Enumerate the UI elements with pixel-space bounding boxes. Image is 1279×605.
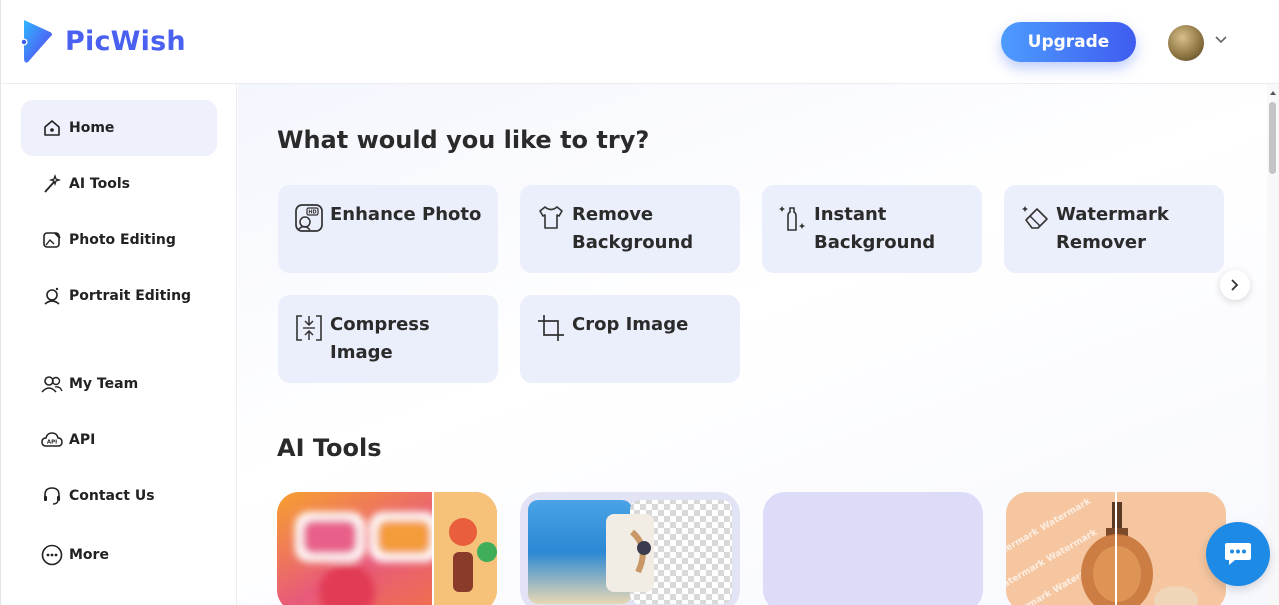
sidebar-item-more[interactable]: More: [21, 527, 217, 583]
tool-card-label: Enhance Photo: [330, 204, 482, 225]
avatar[interactable]: [1168, 25, 1204, 61]
sidebar-item-photo-editing[interactable]: Photo Editing: [21, 212, 217, 268]
tool-card-enhance-photo[interactable]: HD Enhance Photo: [278, 185, 498, 273]
more-icon: [41, 544, 63, 566]
magic-wand-icon: [41, 173, 63, 195]
try-heading: What would you like to try?: [277, 126, 650, 154]
chat-bubble-icon: [1225, 543, 1251, 565]
main-scrollbar[interactable]: [1267, 84, 1279, 605]
shirt-icon: [539, 206, 563, 229]
photo-edit-icon: [41, 229, 63, 251]
tool-card-instant-background[interactable]: Instant Background: [762, 185, 982, 273]
ai-tool-thumbnail-watermark[interactable]: Watermark Watermark Watermark Watermark …: [1006, 492, 1226, 605]
sidebar-item-label: More: [69, 547, 109, 563]
ai-tool-thumbnail-placeholder[interactable]: [763, 492, 983, 605]
svg-text:HD: HD: [308, 210, 316, 216]
bottle-sparkle-icon: [779, 206, 805, 231]
tool-card-label: Instant Background: [814, 204, 936, 253]
sidebar: Home AI Tools Photo Editing Portrait Edi…: [0, 84, 237, 605]
carousel-next-button[interactable]: [1220, 270, 1250, 300]
crop-icon: [538, 315, 564, 341]
svg-text:API: API: [47, 440, 57, 446]
sidebar-item-api[interactable]: API API: [21, 412, 217, 468]
sidebar-item-my-team[interactable]: My Team: [21, 356, 217, 412]
sidebar-item-label: AI Tools: [69, 176, 130, 192]
sidebar-item-ai-tools[interactable]: AI Tools: [21, 156, 217, 212]
tool-card-label: Crop Image: [572, 314, 689, 335]
chevron-right-icon: [1231, 279, 1239, 291]
ai-tool-thumbnail-remove-bg[interactable]: [520, 492, 740, 605]
brand-logo[interactable]: PicWish: [20, 18, 186, 64]
sidebar-item-label: Portrait Editing: [69, 288, 192, 304]
sidebar-item-home[interactable]: Home: [21, 100, 217, 156]
sidebar-item-label: Home: [69, 120, 115, 136]
chat-support-button[interactable]: [1206, 522, 1270, 586]
tool-card-label: Watermark Remover: [1056, 204, 1169, 253]
main-content: What would you like to try? HD Enhance P…: [238, 84, 1267, 605]
sidebar-item-contact-us[interactable]: Contact Us: [21, 468, 217, 524]
eraser-icon: [1022, 206, 1048, 229]
picwish-logo-icon: [20, 20, 52, 63]
api-cloud-icon: API: [41, 429, 63, 451]
compress-icon: [296, 315, 322, 341]
tool-card-watermark-remover[interactable]: Watermark Remover: [1004, 185, 1224, 273]
thumbnail-image: Watermark Watermark Watermark Watermark …: [1006, 492, 1226, 605]
home-icon: [41, 117, 63, 139]
sidebar-item-label: Contact Us: [69, 488, 155, 504]
upgrade-button[interactable]: Upgrade: [1001, 22, 1136, 62]
sidebar-item-label: My Team: [69, 376, 139, 392]
tool-card-label: Compress Image: [330, 314, 430, 363]
thumbnail-image: [277, 492, 497, 605]
ai-tools-heading: AI Tools: [277, 434, 382, 462]
sidebar-item-label: Photo Editing: [69, 232, 176, 248]
chevron-down-icon[interactable]: [1214, 35, 1228, 45]
tool-card-compress-image[interactable]: Compress Image: [278, 295, 498, 383]
sidebar-item-portrait-editing[interactable]: Portrait Editing: [21, 268, 217, 324]
tool-card-label: Remove Background: [572, 204, 694, 253]
sidebar-item-label: API: [69, 432, 96, 448]
scroll-up-arrow-icon[interactable]: [1267, 88, 1279, 98]
tool-card-crop-image[interactable]: Crop Image: [520, 295, 740, 383]
portrait-icon: [41, 285, 63, 307]
brand-name: PicWish: [65, 25, 186, 57]
hd-photo-icon: HD: [295, 204, 323, 232]
tool-card-remove-background[interactable]: Remove Background: [520, 185, 740, 273]
top-header: PicWish Upgrade: [0, 0, 1279, 84]
thumbnail-image: [528, 500, 732, 604]
ai-tool-thumbnail-enhance[interactable]: [277, 492, 497, 605]
team-icon: [41, 373, 63, 395]
scrollbar-thumb[interactable]: [1269, 102, 1276, 174]
headset-icon: [41, 485, 63, 507]
